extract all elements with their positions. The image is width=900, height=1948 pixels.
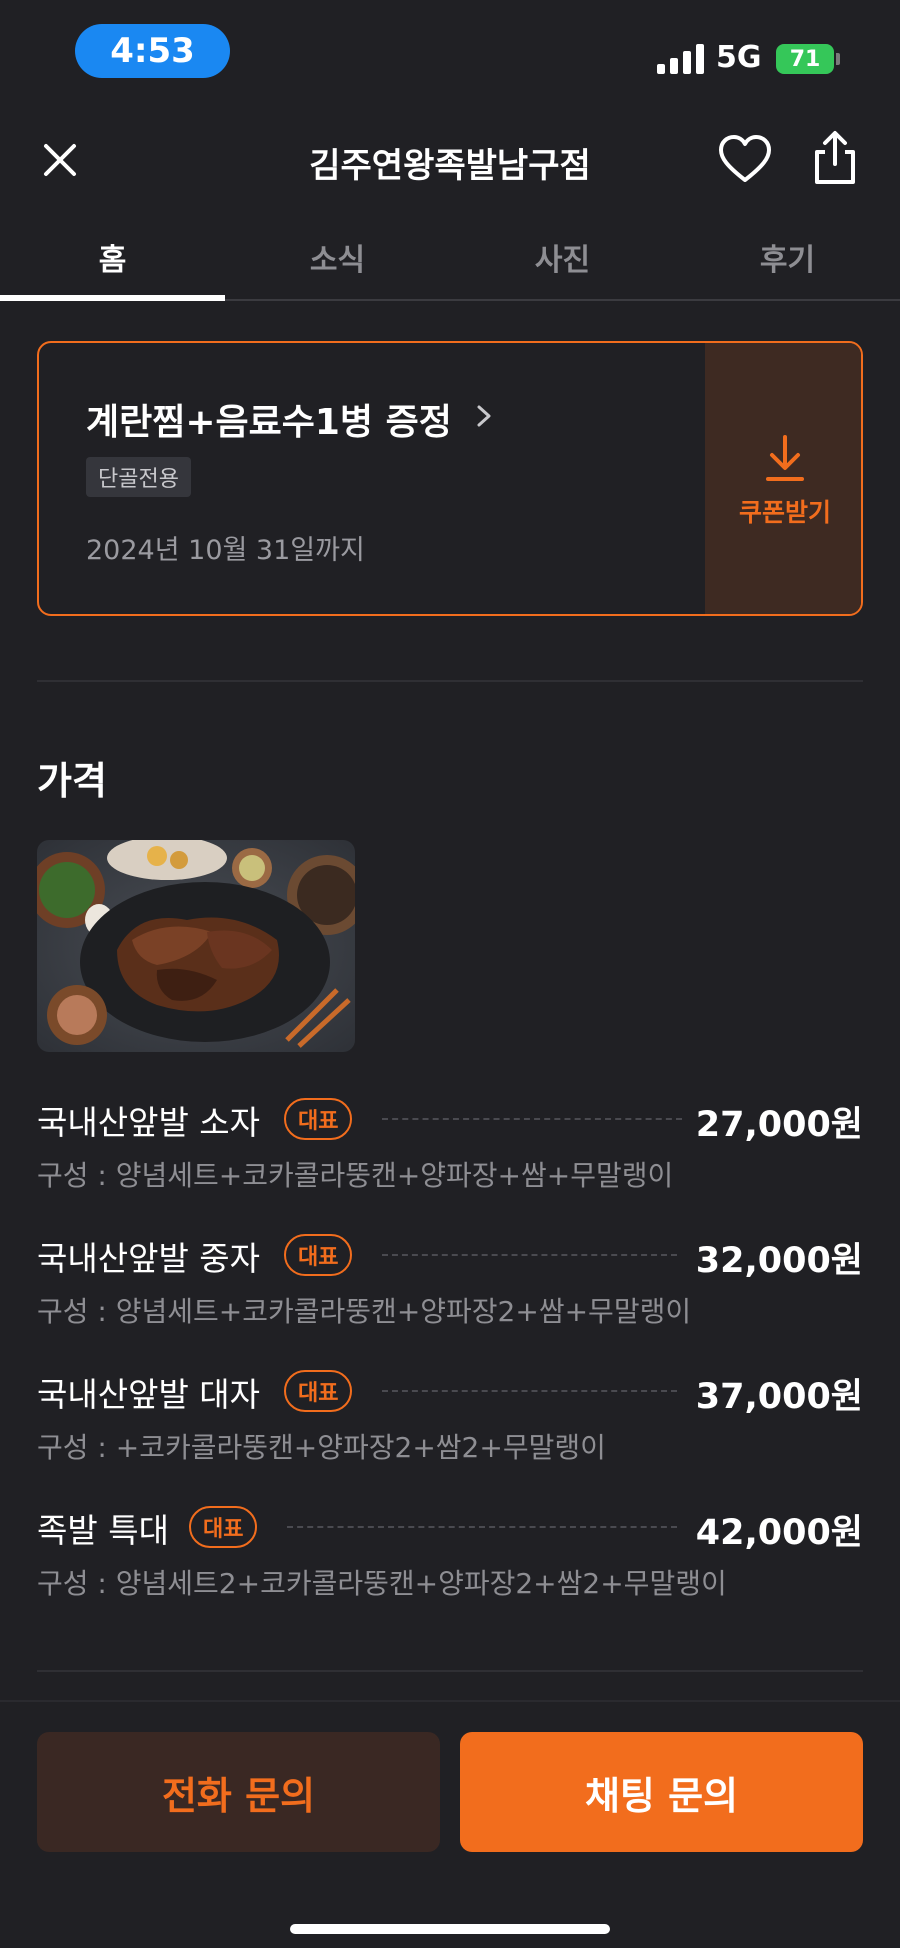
menu-item[interactable]: 국내산앞발 대자 대표 37,000원 구성 : +코카콜라뚱캔+양파장2+쌈2… bbox=[37, 1368, 863, 1478]
tab-bar: 홈 소식 사진 후기 bbox=[0, 215, 900, 301]
menu-item-name: 족발 특대 bbox=[37, 1511, 169, 1550]
menu-item-description: 구성 : 양념세트+코카콜라뚱캔+양파장2+쌈+무말랭이 bbox=[37, 1295, 692, 1328]
menu-photo[interactable] bbox=[37, 840, 355, 1052]
menu-item-price: 42,000원 bbox=[695, 1513, 863, 1553]
battery-level: 71 bbox=[789, 46, 821, 72]
tab-home[interactable]: 홈 bbox=[0, 215, 225, 299]
tab-reviews[interactable]: 후기 bbox=[675, 215, 900, 299]
menu-item-badge: 대표 bbox=[284, 1370, 353, 1412]
chevron-right-icon bbox=[477, 405, 491, 427]
divider bbox=[37, 680, 863, 682]
menu-item-description: 구성 : +코카콜라뚱캔+양파장2+쌈2+무말랭이 bbox=[37, 1431, 606, 1464]
menu-item-description: 구성 : 양념세트2+코카콜라뚱캔+양파장2+쌈2+무말랭이 bbox=[37, 1567, 727, 1600]
dotted-leader bbox=[382, 1118, 682, 1120]
dotted-leader bbox=[382, 1390, 677, 1392]
home-indicator[interactable] bbox=[290, 1924, 610, 1934]
status-time: 4:53 bbox=[75, 24, 230, 78]
menu-item-price: 37,000원 bbox=[695, 1377, 863, 1417]
close-icon[interactable] bbox=[30, 130, 90, 190]
bottom-action-bar: 전화 문의 채팅 문의 bbox=[0, 1700, 900, 1948]
dotted-leader bbox=[382, 1254, 677, 1256]
menu-item[interactable]: 국내산앞발 소자 대표 27,000원 구성 : 양념세트+코카콜라뚱캔+양파장… bbox=[37, 1096, 863, 1206]
menu-item-badge: 대표 bbox=[189, 1506, 258, 1548]
download-icon bbox=[766, 434, 804, 481]
menu-item-badge: 대표 bbox=[284, 1234, 353, 1276]
header: 김주연왕족발남구점 bbox=[0, 110, 900, 210]
tab-news[interactable]: 소식 bbox=[225, 215, 450, 299]
menu-item-price: 32,000원 bbox=[695, 1241, 863, 1281]
dotted-leader bbox=[287, 1526, 677, 1528]
menu-item-price: 27,000원 bbox=[695, 1105, 863, 1145]
menu-item[interactable]: 국내산앞발 중자 대표 32,000원 구성 : 양념세트+코카콜라뚱캔+양파장… bbox=[37, 1232, 863, 1342]
tab-active-indicator bbox=[0, 295, 225, 301]
heart-icon[interactable] bbox=[715, 130, 775, 190]
section-title-price: 가격 bbox=[37, 759, 107, 803]
status-bar: 4:53 5G 71 bbox=[0, 0, 900, 110]
menu-item-badge: 대표 bbox=[284, 1098, 353, 1140]
page-title: 김주연왕족발남구점 bbox=[309, 146, 591, 186]
call-inquiry-button[interactable]: 전화 문의 bbox=[37, 1732, 440, 1852]
menu-item-description: 구성 : 양념세트+코카콜라뚱캔+양파장+쌈+무말랭이 bbox=[37, 1159, 674, 1192]
menu-item-name: 국내산앞발 대자 bbox=[37, 1375, 261, 1414]
share-icon[interactable] bbox=[805, 128, 865, 188]
coupon-expiry: 2024년 10월 31일까지 bbox=[86, 535, 365, 566]
coupon-download-label: 쿠폰받기 bbox=[738, 497, 831, 527]
network-label: 5G bbox=[716, 40, 762, 75]
tab-photos[interactable]: 사진 bbox=[450, 215, 675, 299]
divider bbox=[37, 1670, 863, 1672]
coupon-title[interactable]: 계란찜+음료수1병 증정 bbox=[86, 393, 452, 445]
signal-icon bbox=[657, 44, 704, 74]
coupon-card[interactable]: 계란찜+음료수1병 증정 단골전용 2024년 10월 31일까지 쿠폰받기 bbox=[37, 341, 863, 616]
menu-item-name: 국내산앞발 소자 bbox=[37, 1103, 261, 1142]
battery-icon: 71 bbox=[776, 44, 834, 74]
battery-tip bbox=[836, 53, 840, 65]
chat-inquiry-button[interactable]: 채팅 문의 bbox=[460, 1732, 863, 1852]
coupon-tag: 단골전용 bbox=[86, 457, 191, 497]
coupon-download-button[interactable]: 쿠폰받기 bbox=[705, 343, 861, 614]
menu-item[interactable]: 족발 특대 대표 42,000원 구성 : 양념세트2+코카콜라뚱캔+양파장2+… bbox=[37, 1504, 863, 1614]
menu-item-name: 국내산앞발 중자 bbox=[37, 1239, 261, 1278]
